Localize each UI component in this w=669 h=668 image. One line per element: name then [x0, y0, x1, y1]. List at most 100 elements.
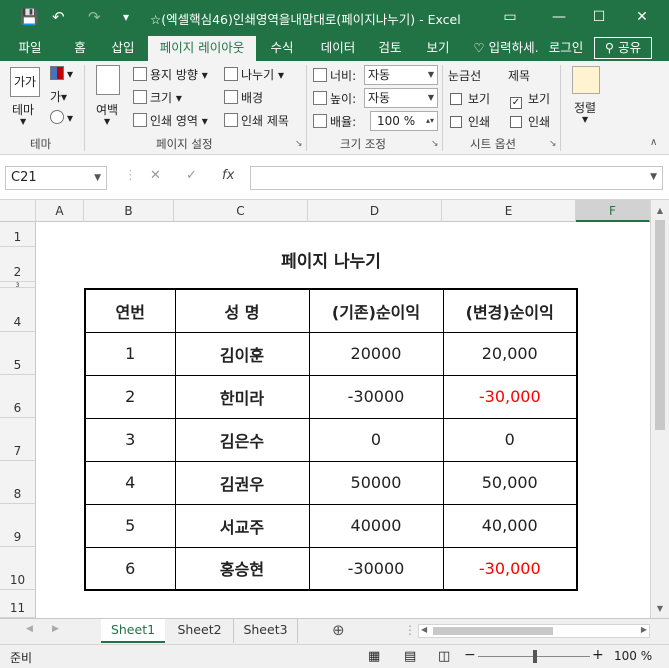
sheet-tab-sheet3[interactable]: Sheet3	[234, 619, 298, 643]
arrange-label[interactable]: 정렬	[574, 99, 596, 116]
page-layout-view-icon[interactable]: ▤	[404, 649, 416, 664]
breaks-button[interactable]: 나누기 ▾	[224, 66, 284, 83]
tab-insert[interactable]: 삽입	[103, 36, 143, 61]
header-cell-no[interactable]: 연번	[84, 288, 176, 333]
scale-spinner[interactable]: 100 % ▴▾	[370, 111, 438, 131]
row-header-5[interactable]: 5	[0, 332, 36, 375]
minimize-icon[interactable]: —	[547, 6, 571, 28]
sheet-tab-sheet1[interactable]: Sheet1	[101, 619, 165, 643]
theme-effects-icon[interactable]: ▾	[50, 110, 73, 125]
worksheet-grid[interactable]: A B C D E F 1 2 3 4 5 6 7 8 9 10 11 페이지 …	[0, 200, 669, 618]
tab-review[interactable]: 검토	[370, 36, 410, 61]
cell-no[interactable]: 3	[84, 417, 176, 462]
theme-fonts-icon[interactable]: 가▾	[50, 88, 67, 105]
cell-name[interactable]: 김은수	[174, 417, 310, 462]
page-setup-launcher-icon[interactable]: ↘	[295, 139, 303, 149]
row-header-7[interactable]: 7	[0, 418, 36, 461]
width-dropdown[interactable]: 자동 ▼	[364, 65, 438, 85]
formula-input[interactable]: ▼	[250, 166, 663, 190]
zoom-out-icon[interactable]: −	[464, 647, 476, 663]
headings-view-checkbox[interactable]: ✓ 보기	[510, 90, 550, 109]
column-header-b[interactable]: B	[84, 200, 174, 222]
orientation-button[interactable]: 용지 방향 ▾	[133, 66, 208, 83]
zoom-slider-thumb[interactable]	[533, 650, 537, 663]
headings-print-checkbox[interactable]: 인쇄	[510, 113, 550, 130]
column-header-e[interactable]: E	[442, 200, 576, 222]
tab-home[interactable]: 홈	[62, 36, 98, 61]
undo-icon[interactable]: ↶	[52, 7, 65, 27]
arrange-icon[interactable]	[572, 66, 600, 94]
column-header-f[interactable]: F	[576, 200, 650, 222]
scroll-down-icon[interactable]: ▼	[651, 604, 669, 613]
zoom-in-icon[interactable]: +	[592, 647, 604, 663]
gridlines-view-checkbox[interactable]: 보기	[450, 90, 490, 107]
cell-new-profit[interactable]: 50,000	[442, 460, 578, 505]
cell-no[interactable]: 2	[84, 374, 176, 419]
scale-launcher-icon[interactable]: ↘	[431, 139, 439, 149]
column-header-a[interactable]: A	[36, 200, 84, 222]
cell-old-profit[interactable]: -30000	[308, 546, 444, 591]
cell-new-profit[interactable]: -30,000	[442, 374, 578, 419]
cell-no[interactable]: 5	[84, 503, 176, 548]
row-header-9[interactable]: 9	[0, 504, 36, 547]
tab-page-layout[interactable]: 페이지 레이아웃	[148, 36, 256, 61]
enter-icon[interactable]: ✓	[186, 168, 197, 183]
scroll-right-icon[interactable]: ▶	[641, 625, 647, 634]
row-header-2[interactable]: 2	[0, 247, 36, 282]
print-titles-button[interactable]: 인쇄 제목	[224, 112, 289, 129]
add-sheet-icon[interactable]: ⊕	[332, 621, 345, 639]
tell-me-box[interactable]: ♡ 입력하세.	[466, 36, 546, 61]
gridlines-print-checkbox[interactable]: 인쇄	[450, 113, 490, 130]
cell-no[interactable]: 4	[84, 460, 176, 505]
header-cell-name[interactable]: 성 명	[174, 288, 310, 333]
margins-dropdown-icon[interactable]: ▼	[104, 117, 110, 126]
header-cell-old-profit[interactable]: (기존)순이익	[308, 288, 444, 333]
tab-view[interactable]: 보기	[418, 36, 458, 61]
print-area-button[interactable]: 인쇄 영역 ▾	[133, 112, 208, 129]
chevron-down-icon[interactable]: ▼	[94, 167, 101, 189]
size-button[interactable]: 크기 ▾	[133, 89, 182, 106]
row-header-10[interactable]: 10	[0, 547, 36, 590]
row-header-8[interactable]: 8	[0, 461, 36, 504]
sheet-options-launcher-icon[interactable]: ↘	[549, 139, 557, 149]
themes-dropdown-icon[interactable]: ▼	[20, 117, 26, 126]
ribbon-display-icon[interactable]: ▭	[498, 6, 522, 28]
prev-sheet-icon[interactable]: ◀	[26, 624, 33, 634]
margins-icon[interactable]	[96, 65, 120, 95]
cell-name[interactable]: 김권우	[174, 460, 310, 505]
zoom-level[interactable]: 100 %	[614, 649, 652, 663]
cell-name[interactable]: 한미라	[174, 374, 310, 419]
cell-name[interactable]: 서교주	[174, 503, 310, 548]
horizontal-scrollbar[interactable]: ◀ ▶	[418, 624, 650, 638]
horizontal-scroll-thumb[interactable]	[433, 627, 553, 635]
cell-new-profit[interactable]: 20,000	[442, 331, 578, 376]
themes-label[interactable]: 테마	[12, 101, 34, 118]
vertical-scroll-thumb[interactable]	[655, 220, 665, 430]
row-header-1[interactable]: 1	[0, 222, 36, 247]
margins-label[interactable]: 여백	[96, 101, 118, 118]
close-icon[interactable]: ✕	[630, 6, 654, 28]
cell-new-profit[interactable]: 40,000	[442, 503, 578, 548]
height-dropdown[interactable]: 자동 ▼	[364, 88, 438, 108]
cell-old-profit[interactable]: 20000	[308, 331, 444, 376]
tab-split-icon[interactable]: ⋮	[404, 623, 416, 637]
share-button[interactable]: ⚲ 공유	[594, 37, 652, 59]
cell-no[interactable]: 6	[84, 546, 176, 591]
scroll-up-icon[interactable]: ▲	[651, 206, 669, 215]
cell-name[interactable]: 김이훈	[174, 331, 310, 376]
vertical-scrollbar[interactable]: ▲ ▼	[650, 200, 669, 618]
cell-old-profit[interactable]: 50000	[308, 460, 444, 505]
cell-old-profit[interactable]: -30000	[308, 374, 444, 419]
cell-new-profit[interactable]: 0	[442, 417, 578, 462]
customize-quick-access-icon[interactable]: ▾	[123, 7, 129, 27]
themes-icon[interactable]: 가가	[10, 67, 40, 97]
collapse-ribbon-icon[interactable]: ∧	[650, 137, 657, 148]
cell-name[interactable]: 홍승현	[174, 546, 310, 591]
background-button[interactable]: 배경	[224, 89, 263, 106]
tab-formulas[interactable]: 수식	[262, 36, 302, 61]
sign-in-link[interactable]: 로그인	[545, 36, 587, 61]
select-all-corner[interactable]	[0, 200, 36, 222]
cell-old-profit[interactable]: 0	[308, 417, 444, 462]
row-header-11[interactable]: 11	[0, 590, 36, 618]
sheet-tab-sheet2[interactable]: Sheet2	[166, 619, 234, 643]
